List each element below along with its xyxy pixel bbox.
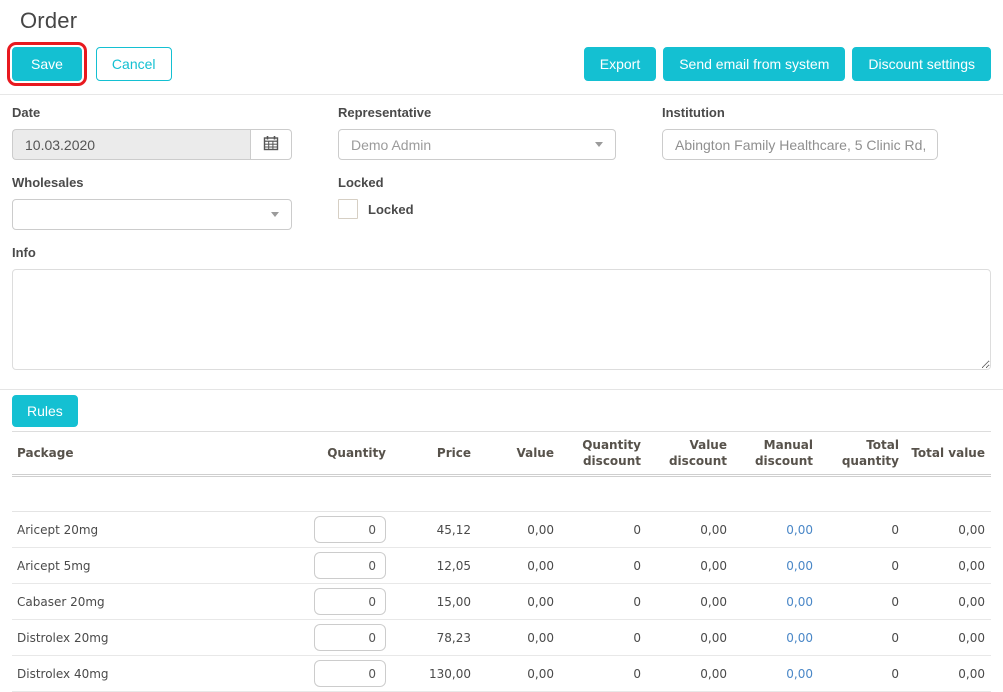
total-quantity-cell: 0 [819,548,905,584]
representative-select[interactable]: Demo Admin [338,129,616,160]
quantity-input[interactable] [314,660,386,687]
package-name: Cabaser 20mg [12,584,300,620]
locked-label: Locked [338,175,616,190]
manual-discount-link[interactable]: 0,00 [786,559,813,573]
chevron-down-icon [595,142,603,147]
chevron-down-icon [271,212,279,217]
price-cell: 12,05 [392,548,477,584]
value-cell: 0,00 [477,620,560,656]
package-name: Aricept 20mg [12,512,300,548]
column-header: Value [477,432,560,476]
quantity-input[interactable] [314,552,386,579]
value-discount-cell: 0,00 [647,548,733,584]
package-name: Distrolex 40mg [12,656,300,692]
value-discount-cell: 0,00 [647,512,733,548]
column-header: Manual discount [733,432,819,476]
total-quantity-cell: 0 [819,512,905,548]
total-value-cell: 0,00 [905,620,991,656]
total-quantity-cell: 0 [819,584,905,620]
representative-value: Demo Admin [351,137,431,153]
wholesales-label: Wholesales [12,175,292,190]
price-cell: 45,12 [392,512,477,548]
package-name: Aricept 5mg [12,548,300,584]
rules-button[interactable]: Rules [12,395,78,427]
column-header: Quantity discount [560,432,647,476]
package-name: Distrolex 20mg [12,620,300,656]
calendar-icon [263,135,279,154]
calendar-button[interactable] [250,129,292,160]
table-header-row: PackageQuantityPriceValueQuantity discou… [12,432,991,476]
quantity-input[interactable] [314,588,386,615]
discount-settings-button[interactable]: Discount settings [852,47,991,81]
quantity-discount-cell: 0 [560,620,647,656]
total-value-cell: 0,00 [905,548,991,584]
locked-checkbox-label: Locked [368,202,414,217]
quantity-discount-cell: 0 [560,584,647,620]
value-discount-cell: 0,00 [647,656,733,692]
column-header: Value discount [647,432,733,476]
representative-field-group: Representative Demo Admin [338,105,616,160]
price-cell: 78,23 [392,620,477,656]
value-cell: 0,00 [477,584,560,620]
price-cell: 130,00 [392,656,477,692]
toolbar-left: Save Cancel [12,47,172,81]
value-cell: 0,00 [477,512,560,548]
info-label: Info [12,245,991,260]
institution-label: Institution [662,105,938,120]
column-header: Price [392,432,477,476]
manual-discount-link[interactable]: 0,00 [786,667,813,681]
order-items-section: Rules PackageQuantityPriceValueQuantity … [0,389,1003,692]
value-cell: 0,00 [477,656,560,692]
table-row: Aricept 20mg45,120,0000,000,0000,00 [12,512,991,548]
cancel-button[interactable]: Cancel [96,47,172,81]
price-cell: 15,00 [392,584,477,620]
total-quantity-cell: 0 [819,656,905,692]
order-items-table: PackageQuantityPriceValueQuantity discou… [12,431,991,692]
column-header: Total quantity [819,432,905,476]
wholesales-field-group: Wholesales [12,175,292,230]
info-field-group: Info [12,245,991,375]
total-value-cell: 0,00 [905,512,991,548]
empty-row [12,476,991,512]
column-header: Total value [905,432,991,476]
total-value-cell: 0,00 [905,656,991,692]
date-field-group: Date [12,105,292,160]
order-form: Date [0,95,1003,375]
institution-input[interactable] [662,129,938,160]
total-quantity-cell: 0 [819,620,905,656]
save-button[interactable]: Save [12,47,82,81]
table-row: Cabaser 20mg15,000,0000,000,0000,00 [12,584,991,620]
column-header: Package [12,432,300,476]
toolbar-right: Export Send email from system Discount s… [584,47,991,81]
quantity-discount-cell: 0 [560,512,647,548]
quantity-discount-cell: 0 [560,548,647,584]
export-button[interactable]: Export [584,47,656,81]
send-email-button[interactable]: Send email from system [663,47,845,81]
locked-field-group: Locked Locked [338,175,616,230]
value-discount-cell: 0,00 [647,620,733,656]
table-row: Distrolex 20mg78,230,0000,000,0000,00 [12,620,991,656]
table-row: Distrolex 40mg130,000,0000,000,0000,00 [12,656,991,692]
value-discount-cell: 0,00 [647,584,733,620]
toolbar: Save Cancel Export Send email from syste… [0,47,1003,81]
manual-discount-link[interactable]: 0,00 [786,523,813,537]
table-row: Aricept 5mg12,050,0000,000,0000,00 [12,548,991,584]
manual-discount-link[interactable]: 0,00 [786,595,813,609]
institution-field-group: Institution [662,105,938,160]
quantity-discount-cell: 0 [560,656,647,692]
quantity-input[interactable] [314,516,386,543]
value-cell: 0,00 [477,548,560,584]
representative-label: Representative [338,105,616,120]
quantity-input[interactable] [314,624,386,651]
manual-discount-link[interactable]: 0,00 [786,631,813,645]
table-body: Aricept 20mg45,120,0000,000,0000,00Arice… [12,476,991,692]
date-label: Date [12,105,292,120]
wholesales-select[interactable] [12,199,292,230]
date-input[interactable] [12,129,250,160]
locked-checkbox[interactable] [338,199,358,219]
page-title: Order [0,0,1003,34]
total-value-cell: 0,00 [905,584,991,620]
column-header: Quantity [300,432,392,476]
info-textarea[interactable] [12,269,991,370]
